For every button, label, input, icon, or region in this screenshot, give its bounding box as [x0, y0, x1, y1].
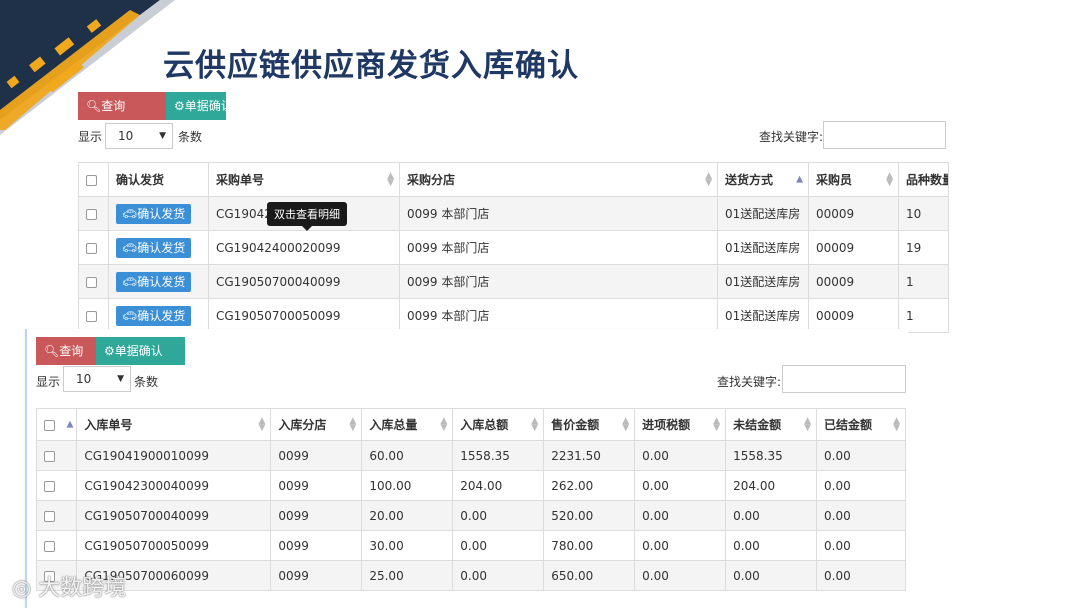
- receipt-confirm-panel: 🔍︎查询 ⚙单据确认 显示 10 ▼ 条数 查找关键字: ▲ 入库单号 ▲ ▼ 入库分…: [25, 329, 908, 608]
- row-checkbox[interactable]: [44, 510, 55, 522]
- sort-icon: ▲ ▼: [622, 415, 630, 433]
- sort-icon: ▲ ▼: [349, 415, 357, 433]
- gears-icon: ⚙: [174, 99, 185, 113]
- sort-icon: ▲ ▼: [705, 170, 712, 188]
- select-all-checkbox[interactable]: [86, 174, 97, 186]
- show-label: 显示: [78, 130, 103, 144]
- detail-tooltip: 双击查看明细: [267, 202, 347, 231]
- confirm-shipment-button[interactable]: 🚗︎确认发货: [116, 305, 192, 326]
- table-row[interactable]: 🚗︎确认发货 CG19042400020099 0099 本部门店 01送配送库…: [78, 230, 949, 265]
- search-label: 查找关键字:: [759, 130, 824, 144]
- query-button[interactable]: 🔍︎查询: [36, 337, 96, 365]
- col-receipt-store[interactable]: 入库分店 ▲ ▼: [270, 408, 363, 441]
- search-icon: 🔍︎: [44, 344, 60, 358]
- query-button[interactable]: 🔍︎查询: [78, 92, 166, 120]
- row-checkbox[interactable]: [86, 310, 97, 322]
- col-item-count[interactable]: 品种数量: [898, 162, 949, 197]
- table-row[interactable]: 🚗︎确认发货 CG19042 0099 本部门店 01送配送库房 00009 1…: [78, 196, 949, 231]
- table-row[interactable]: 🚗︎确认发货 CG19050700050099 0099 本部门店 01送配送库…: [78, 298, 949, 333]
- row-checkbox[interactable]: [86, 276, 97, 288]
- row-checkbox[interactable]: [86, 208, 97, 220]
- search-icon: 🔍︎: [86, 99, 102, 113]
- row-checkbox[interactable]: [44, 540, 55, 552]
- entries-label: 条数: [134, 375, 159, 389]
- row-checkbox[interactable]: [86, 242, 97, 254]
- col-receipt-qty[interactable]: 入库总量 ▲ ▼: [361, 408, 454, 441]
- slide-title: 云供应链供应商发货入库确认: [163, 48, 579, 84]
- confirm-shipment-button[interactable]: 🚗︎确认发货: [116, 271, 192, 292]
- table-row[interactable]: CG19042300040099 0099 100.00 204.00 262.00…: [35, 470, 906, 501]
- table-row[interactable]: CG19050700060099 0099 25.00 0.00 650.00 0.0…: [35, 560, 906, 591]
- col-input-tax[interactable]: 进项税额 ▲ ▼: [634, 408, 727, 441]
- confirm-shipment-button[interactable]: 🚗︎确认发货: [116, 203, 192, 224]
- row-checkbox[interactable]: [44, 480, 55, 492]
- table-row[interactable]: 🚗︎确认发货 CG19050700040099 0099 本部门店 01送配送库…: [78, 264, 949, 299]
- col-buyer[interactable]: 采购员 ▲ ▼: [808, 162, 899, 197]
- col-receipt-amount[interactable]: 入库总额 ▲ ▼: [452, 408, 545, 441]
- page-size-select[interactable]: 10 ▼: [105, 123, 173, 149]
- document-confirm-button[interactable]: ⚙单据确认: [96, 337, 185, 365]
- document-confirm-button-label[interactable]: ⚙单据确认: [166, 92, 233, 120]
- col-delivery-method[interactable]: 送货方式 ▲: [717, 162, 809, 197]
- sort-icon: ▲ ▼: [258, 415, 266, 433]
- sort-icon: ▲ ▼: [886, 170, 893, 188]
- col-confirm-shipment: 确认发货: [108, 162, 209, 197]
- watermark-logo-icon: ◎: [12, 576, 32, 601]
- sort-icon: ▲ ▼: [893, 415, 900, 433]
- select-all-checkbox[interactable]: [44, 419, 55, 431]
- show-label: 显示: [36, 375, 61, 389]
- sort-icon: ▲ ▼: [713, 415, 721, 433]
- col-po-number[interactable]: 采购单号 ▲ ▼: [208, 162, 400, 197]
- receipt-table: ▲ 入库单号 ▲ ▼ 入库分店 ▲ ▼ 入库总量 ▲ ▼ 入库总额 ▲ ▼ 售价金额 ▲ ▼ 进项税…: [35, 408, 906, 591]
- col-settled-amount[interactable]: 已结金额 ▲ ▼: [816, 408, 906, 441]
- page-size-select[interactable]: 10 ▼: [63, 366, 131, 392]
- sort-icon: ▲ ▼: [531, 415, 539, 433]
- entries-label: 条数: [178, 130, 203, 144]
- shipment-confirm-panel: 🔍︎查询 ⚙单据确认 显示 10 ▼ 条数 查找关键字: 确认发货 采购单号 ▲ ▼ …: [78, 92, 949, 333]
- search-input[interactable]: [823, 121, 946, 149]
- sort-asc-icon: ▲: [796, 174, 803, 184]
- col-unsettled-amount[interactable]: 未结金额 ▲ ▼: [725, 408, 818, 441]
- search-label: 查找关键字:: [717, 375, 782, 389]
- sort-icon: ▲ ▼: [440, 415, 448, 433]
- table-row[interactable]: CG19050700040099 0099 20.00 0.00 520.00 0.0…: [35, 500, 906, 531]
- search-input[interactable]: [782, 365, 906, 393]
- shipment-table: 确认发货 采购单号▲▼ 采购分店▲▼ 送货方式▲ 采购员▲▼ 品种数量 🚗︎确认…: [78, 162, 949, 333]
- sort-icon: ▲ ▼: [804, 415, 812, 433]
- confirm-shipment-button[interactable]: 🚗︎确认发货: [116, 237, 192, 258]
- col-receipt-number[interactable]: 入库单号 ▲ ▼: [76, 408, 272, 441]
- caret-down-icon: ▼: [159, 131, 166, 141]
- col-sale-amount[interactable]: 售价金额 ▲ ▼: [543, 408, 636, 441]
- caret-down-icon: ▼: [117, 374, 124, 384]
- watermark: ◎ 大数跨境: [12, 576, 127, 601]
- row-checkbox[interactable]: [44, 450, 55, 462]
- sort-asc-icon: ▲: [66, 419, 74, 429]
- sort-icon: ▲ ▼: [387, 170, 394, 188]
- table-row[interactable]: CG19050700050099 0099 30.00 0.00 780.00 0.0…: [35, 530, 906, 561]
- table-row[interactable]: CG19041900010099 0099 60.00 1558.35 2231.5…: [35, 440, 906, 471]
- col-purchase-store[interactable]: 采购分店 ▲ ▼: [399, 162, 718, 197]
- gears-icon: ⚙: [104, 344, 115, 358]
